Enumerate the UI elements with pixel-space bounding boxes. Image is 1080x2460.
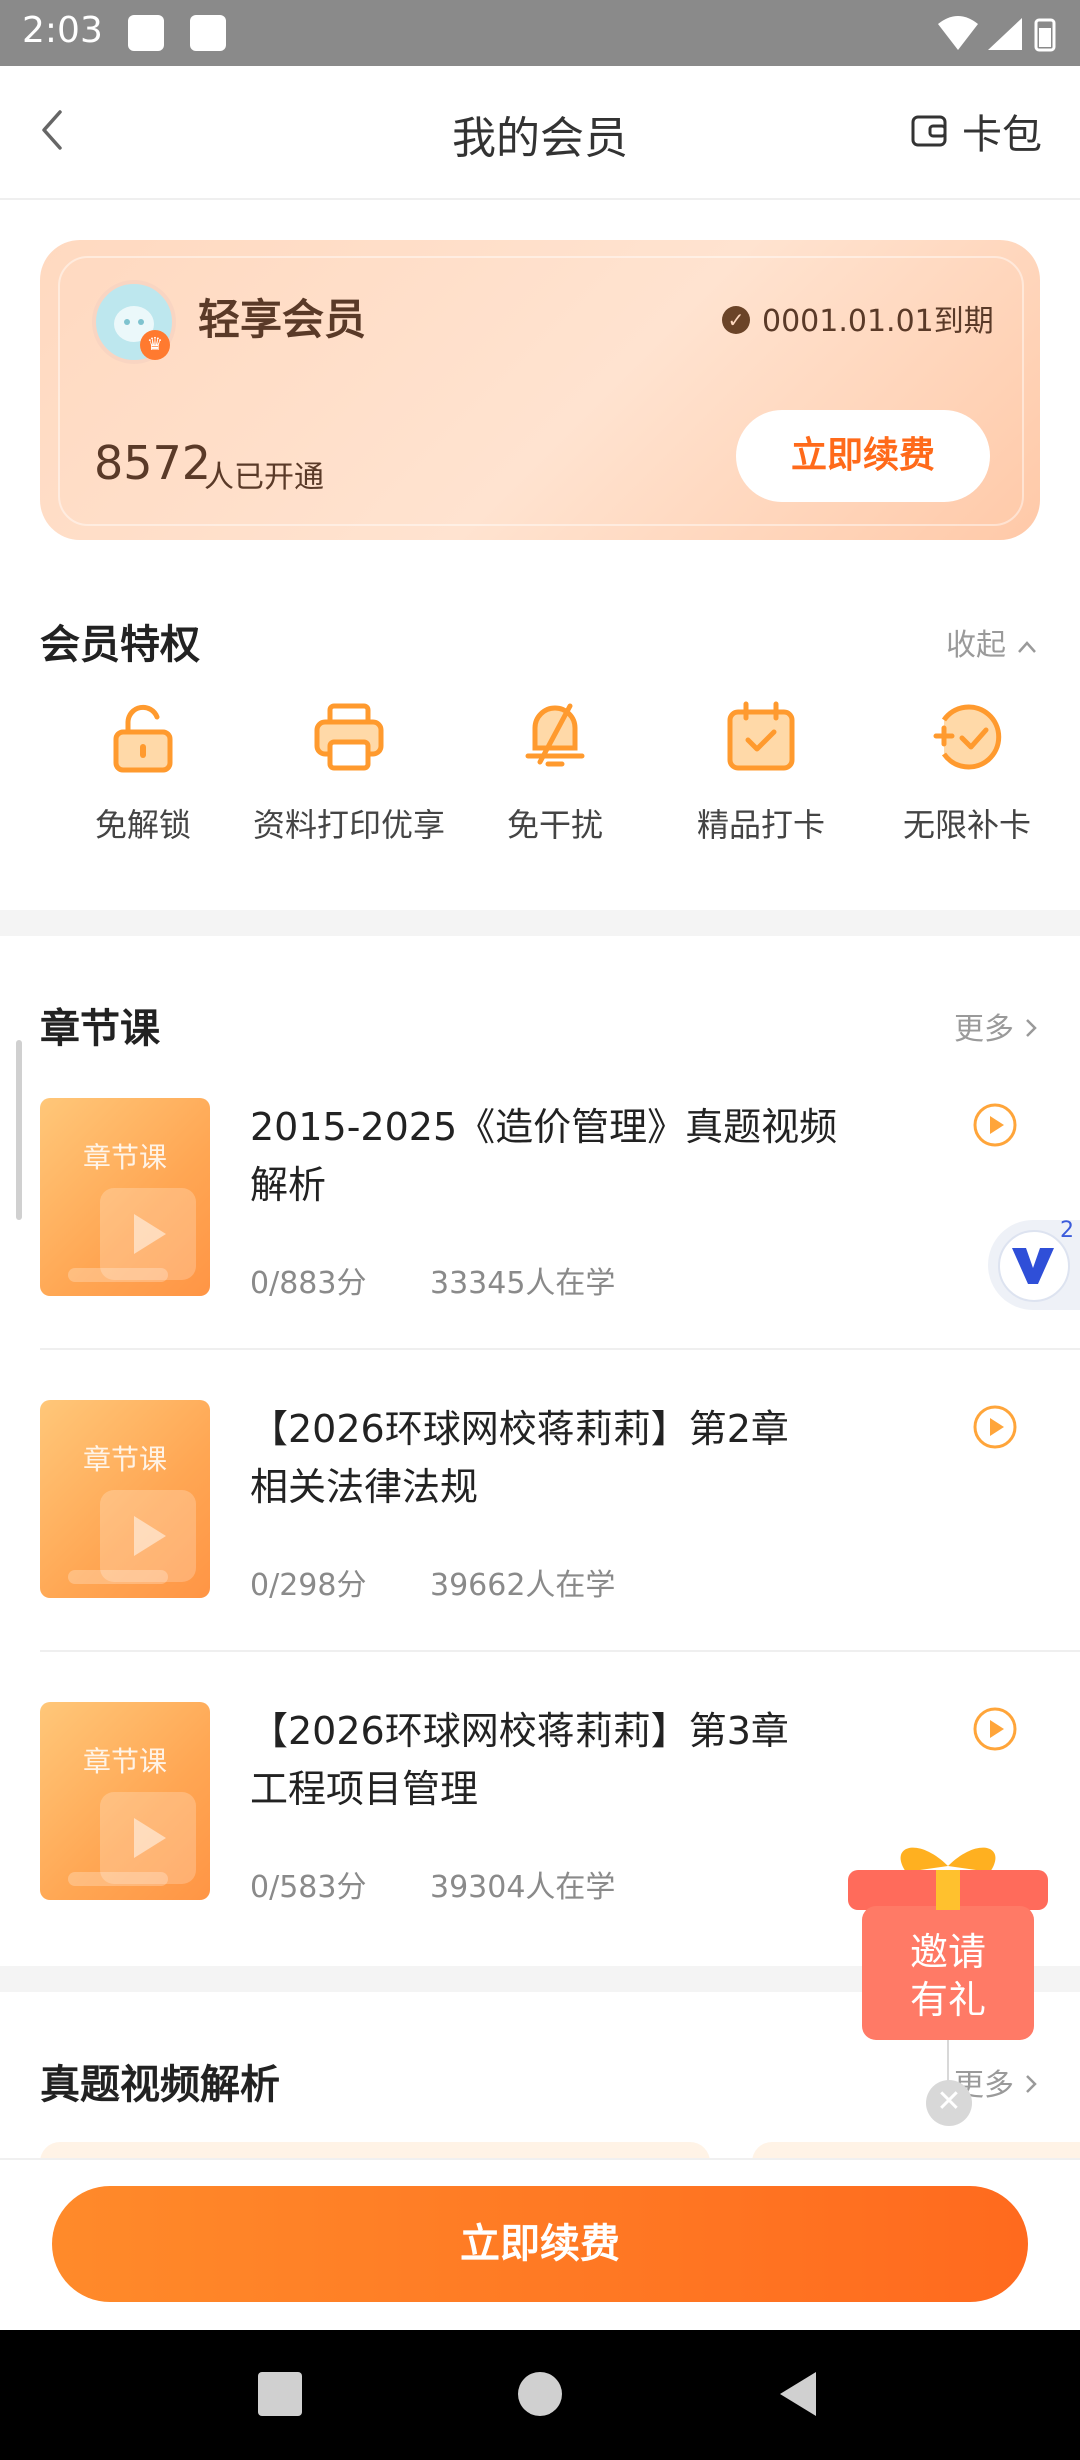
status-bar: 2:03 <box>0 0 1080 66</box>
assistant-badge[interactable]: 2 <box>988 1218 1080 1310</box>
course-score: 0/583分 <box>250 1870 367 1905</box>
renew-primary-button[interactable]: 立即续费 <box>52 2186 1028 2302</box>
header: 我的会员 卡包 <box>0 66 1080 200</box>
privilege-label: 无限补卡 <box>902 806 1031 844</box>
system-navbar <box>0 2330 1080 2460</box>
privilege-makeup[interactable]: 无限补卡 <box>864 700 1070 846</box>
crown-icon: ♛ <box>140 330 170 360</box>
play-icon <box>134 1516 166 1556</box>
privilege-unlock[interactable]: 免解锁 <box>40 700 246 846</box>
notification-icon <box>128 15 164 51</box>
play-circle-icon[interactable] <box>972 1404 1018 1450</box>
membership-name: 轻享会员 <box>198 295 367 344</box>
status-time: 2:03 <box>22 10 103 51</box>
course-title: 【2026环球网校蒋莉莉】第3章 工程项目管理 <box>250 1709 789 1811</box>
course-thumbnail: 章节课 <box>40 1400 210 1598</box>
course-learners: 33345人在学 <box>430 1266 616 1301</box>
course-thumbnail: 章节课 <box>40 1702 210 1900</box>
play-icon <box>134 1214 166 1254</box>
check-icon: ✓ <box>722 306 750 334</box>
member-count: 8572 <box>94 436 212 490</box>
chapter-courses-title: 章节课 <box>40 1006 160 1052</box>
notification-icon <box>190 15 226 51</box>
collapse-button[interactable]: 收起 <box>946 620 1038 664</box>
collapse-label: 收起 <box>946 628 1006 663</box>
section-divider <box>0 910 1080 936</box>
course-title: 2015-2025《造价管理》真题视频 解析 <box>250 1105 838 1207</box>
plus-check-icon <box>933 704 1002 770</box>
close-icon[interactable]: ✕ <box>926 2080 972 2126</box>
privilege-label: 资料打印优享 <box>252 806 445 844</box>
course-learners: 39304人在学 <box>430 1870 616 1905</box>
privilege-label: 免干扰 <box>506 806 603 844</box>
play-icon <box>134 1818 166 1858</box>
bell-off-icon <box>525 703 585 767</box>
renew-button[interactable]: 立即续费 <box>736 410 990 502</box>
privilege-checkin[interactable]: 精品打卡 <box>658 700 864 846</box>
gift-label: 邀请 有礼 <box>909 1930 986 2022</box>
wallet-link[interactable]: 卡包 <box>962 102 1042 160</box>
course-score: 0/298分 <box>250 1568 367 1603</box>
calendar-check-icon <box>727 701 795 771</box>
chapter-more-button[interactable]: 更多 <box>954 1004 1038 1048</box>
privilege-label: 精品打卡 <box>696 806 825 844</box>
thumb-label: 章节课 <box>82 1141 167 1174</box>
row-divider <box>40 1650 1080 1652</box>
expiry-date: 0001.01.01到期 <box>762 304 994 339</box>
course-learners: 39662人在学 <box>430 1568 616 1603</box>
chevron-right-icon <box>1025 2075 1037 2093</box>
play-circle-icon[interactable] <box>972 1102 1018 1148</box>
course-thumbnail: 章节课 <box>40 1098 210 1296</box>
badge-count: 2 <box>1060 1218 1074 1243</box>
recent-apps-icon[interactable] <box>258 2372 302 2416</box>
row-divider <box>40 1348 1080 1350</box>
unlock-icon <box>113 704 173 773</box>
thumb-label: 章节课 <box>82 1443 167 1476</box>
thumb-label: 章节课 <box>82 1745 167 1778</box>
chevron-up-icon <box>1017 641 1036 653</box>
privileges-title: 会员特权 <box>40 622 200 668</box>
wifi-signal-battery-icon <box>938 16 1056 52</box>
gift-connector <box>947 2040 949 2082</box>
course-title: 【2026环球网校蒋莉莉】第2章 相关法律法规 <box>250 1407 789 1509</box>
video-analysis-title: 真题视频解析 <box>40 2062 280 2108</box>
course-score: 0/883分 <box>250 1266 367 1301</box>
home-icon[interactable] <box>518 2372 562 2416</box>
privilege-label: 免解锁 <box>94 806 191 844</box>
v-logo-icon <box>1012 1248 1054 1284</box>
more-label: 更多 <box>954 1012 1014 1047</box>
printer-icon <box>314 703 384 771</box>
back-nav-icon[interactable] <box>776 2370 820 2418</box>
member-card: ♛ 轻享会员 ✓ 0001.01.01到期 8572 人已开通 立即续费 <box>40 240 1040 540</box>
wallet-icon[interactable] <box>910 112 948 150</box>
chevron-right-icon <box>1025 1019 1037 1037</box>
play-circle-icon[interactable] <box>972 1706 1018 1752</box>
member-count-label: 人已开通 <box>204 460 324 495</box>
privilege-print[interactable]: 资料打印优享 <box>246 700 452 846</box>
privilege-no-disturb[interactable]: 免干扰 <box>452 700 658 846</box>
